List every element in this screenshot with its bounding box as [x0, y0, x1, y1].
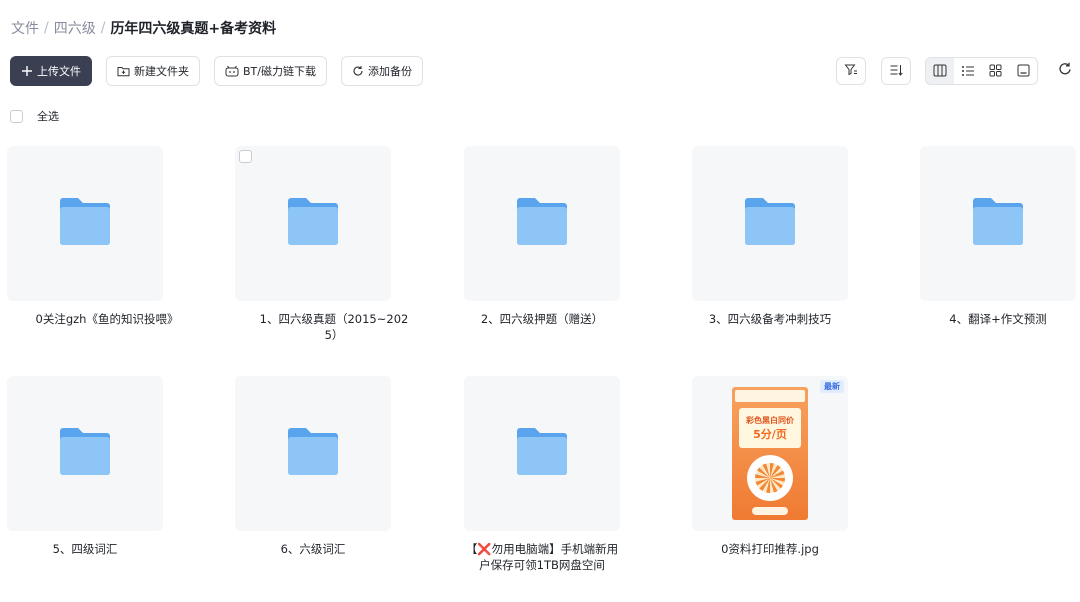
poster-price: 5分/页 [753, 427, 787, 441]
folder-icon [58, 197, 112, 251]
bt-download-label: BT/磁力链下载 [243, 65, 316, 78]
preview-icon [1017, 62, 1030, 81]
new-folder-label: 新建文件夹 [134, 65, 189, 78]
folder-icon [971, 197, 1025, 251]
poster-footer [752, 507, 788, 515]
refresh-icon [1057, 62, 1073, 81]
new-folder-button[interactable]: 新建文件夹 [106, 56, 200, 86]
item-name: 6、六级词汇 [280, 542, 346, 556]
folder-thumbnail [235, 146, 391, 301]
item-name: 0关注gzh《鱼的知识投喂》 [35, 312, 179, 326]
poster-qr [747, 455, 793, 501]
folder-thumbnail [464, 376, 620, 531]
view-columns-button[interactable] [926, 58, 954, 84]
breadcrumb-separator: / [44, 20, 49, 36]
select-all-label: 全选 [37, 110, 59, 123]
breadcrumb-separator: / [100, 20, 106, 36]
toolbar: 上传文件 新建文件夹 BT/磁力链下载 添加备份 [10, 56, 423, 86]
plus-icon [21, 65, 33, 77]
item-name: 5、四级词汇 [52, 542, 118, 556]
sync-icon [352, 65, 364, 77]
filter-icon [844, 62, 858, 81]
poster-title: 彩色黑白同价 [746, 415, 794, 425]
folder-icon [286, 197, 340, 251]
bt-download-button[interactable]: BT/磁力链下载 [214, 56, 327, 86]
folder-plus-icon [117, 65, 130, 77]
folder-thumbnail [920, 146, 1076, 301]
folder-icon [515, 197, 569, 251]
folder-icon [515, 427, 569, 481]
item-name: 2、四六级押题（赠送） [480, 312, 604, 326]
item-name: 3、四六级备考冲刺技巧 [708, 312, 832, 326]
upload-button[interactable]: 上传文件 [10, 56, 92, 86]
columns-icon [933, 62, 947, 81]
breadcrumb-current: 历年四六级真题+备考资料 [110, 21, 277, 37]
view-list-button[interactable] [954, 58, 982, 84]
folder-icon [286, 427, 340, 481]
folder-thumbnail [464, 146, 620, 301]
add-backup-label: 添加备份 [367, 65, 412, 78]
breadcrumb: 文件 / 四六级 / 历年四六级真题+备考资料 [11, 18, 276, 38]
view-grid-button[interactable] [982, 58, 1010, 84]
breadcrumb-item-files[interactable]: 文件 [11, 18, 39, 38]
image-thumbnail: 彩色黑白同价 5分/页 最新 [692, 376, 848, 531]
select-all[interactable]: 全选 [10, 108, 59, 124]
item-name: 【❌勿用电脑端】手机端新用户保存可领1TB网盘空间 [465, 542, 619, 572]
view-preview-button[interactable] [1009, 58, 1037, 84]
folder-icon [743, 197, 797, 251]
sort-button[interactable] [881, 57, 911, 85]
add-backup-button[interactable]: 添加备份 [340, 56, 423, 86]
breadcrumb-item-cet[interactable]: 四六级 [54, 18, 96, 38]
sort-icon [889, 62, 903, 81]
folder-thumbnail [692, 146, 848, 301]
folder-icon [58, 427, 112, 481]
bt-icon [225, 65, 239, 77]
poster-card: 彩色黑白同价 5分/页 [739, 408, 801, 448]
grid-icon [989, 62, 1002, 81]
new-badge: 最新 [820, 380, 844, 393]
view-mode-group [925, 57, 1038, 85]
select-all-checkbox[interactable] [10, 109, 23, 123]
file-grid: 0关注gzh《鱼的知识投喂》 1、四六级真题（2015~2025） 2、四六级押… [0, 0, 1080, 602]
list-icon [961, 62, 975, 81]
print-poster-image: 彩色黑白同价 5分/页 [732, 387, 808, 520]
poster-header [735, 390, 805, 402]
folder-thumbnail [7, 146, 163, 301]
filter-button[interactable] [836, 57, 866, 85]
folder-thumbnail [7, 376, 163, 531]
item-name: 4、翻译+作文预测 [949, 312, 1047, 326]
folder-thumbnail [235, 376, 391, 531]
item-name: 1、四六级真题（2015~2025） [259, 312, 409, 342]
item-checkbox[interactable] [239, 150, 252, 163]
refresh-button[interactable] [1057, 61, 1073, 81]
item-name: 0资料打印推荐.jpg [721, 542, 819, 556]
upload-label: 上传文件 [37, 65, 81, 78]
